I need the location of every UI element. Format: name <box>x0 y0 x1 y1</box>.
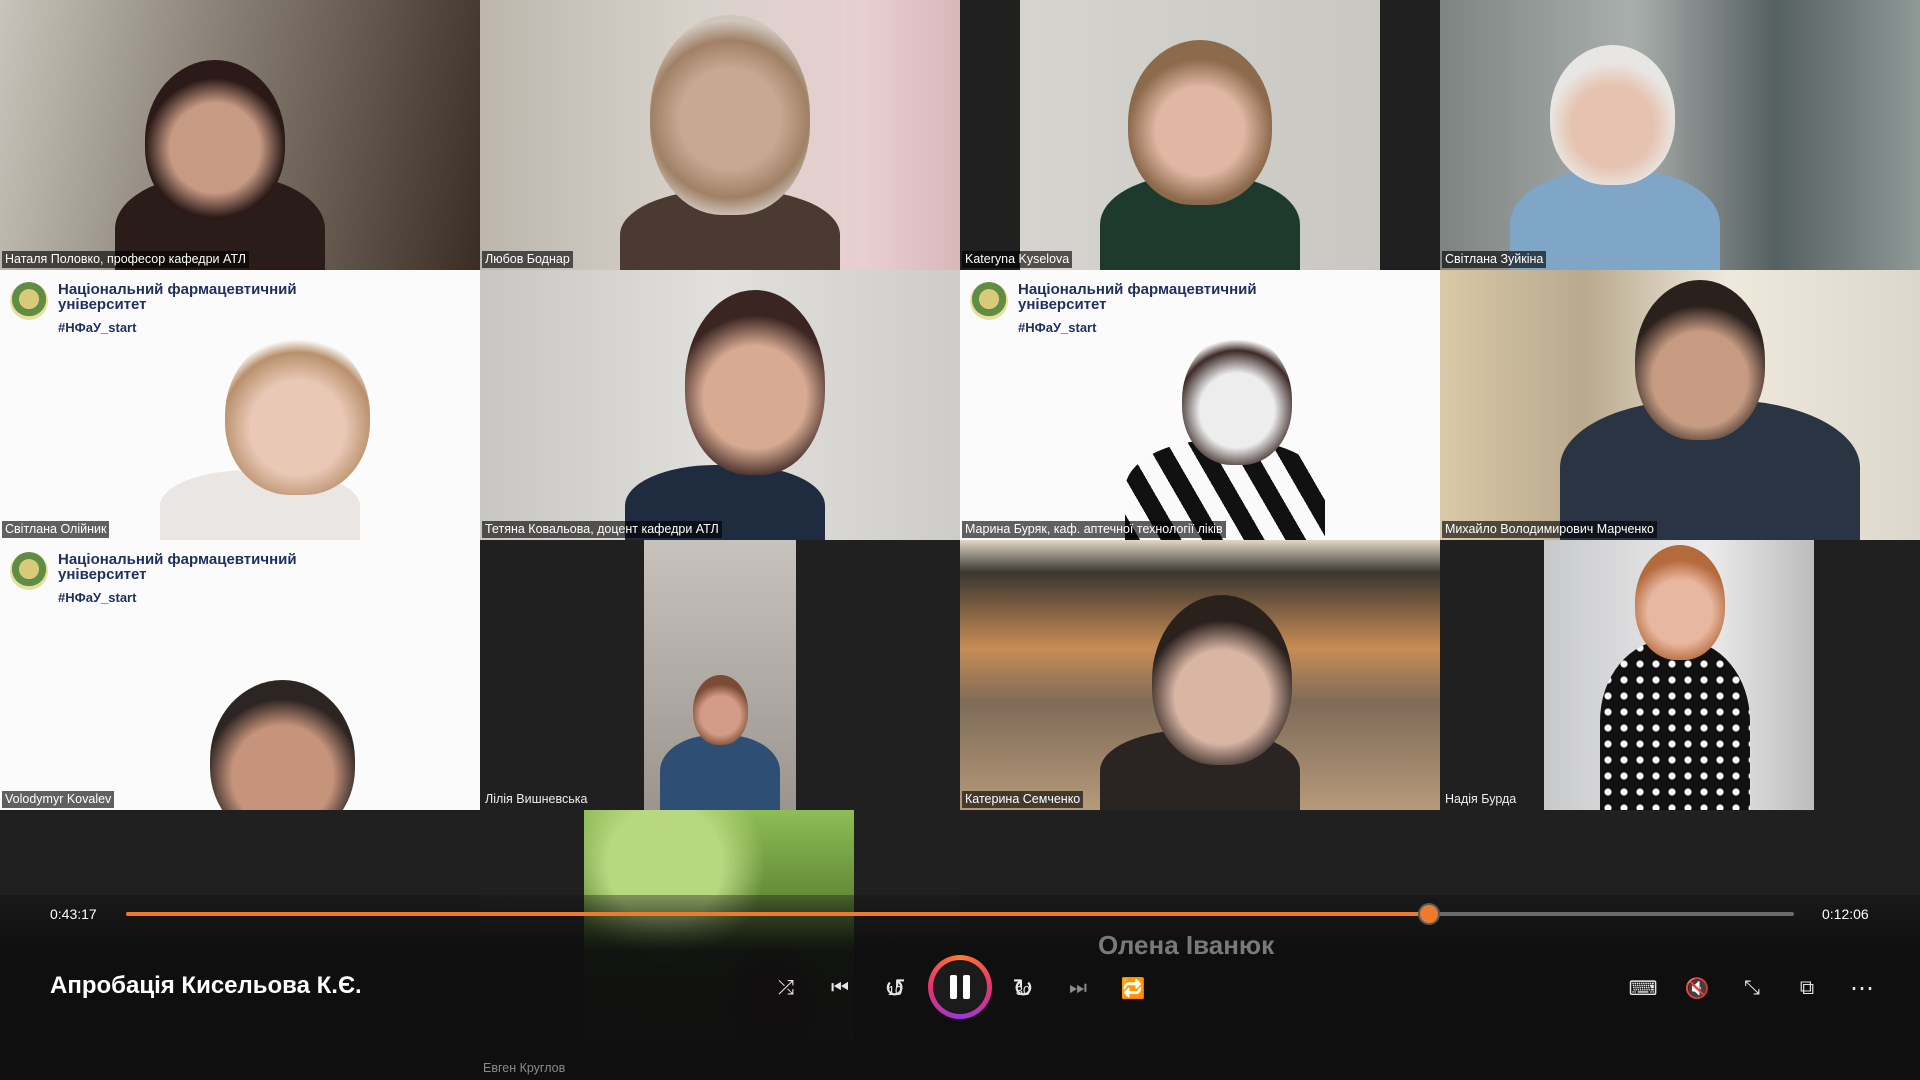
participant-tile[interactable]: Лілія Вишневська <box>480 540 960 810</box>
participant-tile[interactable]: Kateryna Kyselova <box>960 0 1440 270</box>
compact-icon: ⤡ <box>1744 976 1760 999</box>
elapsed-time: 0:43:17 <box>50 906 97 922</box>
participant-name: Евген Круглов <box>483 1061 566 1075</box>
university-logo-icon <box>970 282 1008 320</box>
mute-button[interactable]: 🔇 <box>1677 968 1717 1008</box>
forward-seconds: 30 <box>1015 982 1031 998</box>
participant-tile[interactable]: Національний фармацевтичний університет #… <box>0 540 480 810</box>
participant-name: Надія Бурда <box>1445 792 1517 806</box>
participant-name: Катерина Семченко <box>962 791 1084 808</box>
participant-name: Світлана Олійник <box>2 521 110 538</box>
rewind-10-button[interactable]: ↺ 10 <box>875 968 915 1008</box>
participant-name: Марина Буряк, каф. аптечної технології л… <box>962 521 1226 538</box>
mute-icon: 🔇 <box>1684 977 1710 1000</box>
captions-icon: ⌨ <box>1628 977 1658 1000</box>
participant-name: Любов Боднар <box>482 251 573 268</box>
participant-tile[interactable]: Національний фармацевтичний університет #… <box>960 270 1440 540</box>
more-icon: ⋯ <box>1850 974 1874 1002</box>
active-speaker-name: Олена Іванюк <box>1098 930 1275 960</box>
miniplayer-icon: ⧉ <box>1799 976 1815 999</box>
participant-name: Тетяна Ковальова, доцент кафедри АТЛ <box>482 521 722 538</box>
university-hashtag: #НФаУ_start <box>58 320 137 335</box>
participant-tile[interactable]: Національний фармацевтичний університет #… <box>0 270 480 540</box>
rewind-seconds: 10 <box>887 982 903 998</box>
participant-name: Kateryna Kyselova <box>962 251 1073 268</box>
pause-icon <box>933 960 987 1014</box>
pause-button[interactable] <box>928 955 992 1019</box>
participant-tile[interactable]: Михайло Володимирович Марченко <box>1440 270 1920 540</box>
remaining-time: 0:12:06 <box>1822 906 1869 922</box>
university-name: Національний фармацевтичний університет <box>58 551 297 583</box>
video-grid: Наталя Половко, професор кафедри АТЛ Люб… <box>0 0 1920 1080</box>
participant-name: Лілія Вишневська <box>485 792 588 806</box>
seek-bar[interactable] <box>126 905 1794 923</box>
university-name: Національний фармацевтичний університет <box>58 281 297 313</box>
repeat-off-icon: 🔁 <box>1120 977 1146 1000</box>
skip-next-icon: ⏭ <box>1069 976 1087 999</box>
participant-tile[interactable]: Любов Боднар <box>480 0 960 270</box>
participant-tile[interactable]: Катерина Семченко <box>960 540 1440 810</box>
miniplayer-button[interactable]: ⧉ <box>1787 968 1827 1008</box>
university-hashtag: #НФаУ_start <box>58 590 137 605</box>
participant-tile[interactable]: Наталя Половко, професор кафедри АТЛ <box>0 0 480 270</box>
participant-tile[interactable]: Світлана Зуйкіна <box>1440 0 1920 270</box>
previous-button[interactable]: ⏮ <box>820 968 860 1008</box>
repeat-button[interactable]: 🔁 <box>1113 968 1153 1008</box>
participant-name: Наталя Половко, професор кафедри АТЛ <box>2 251 249 268</box>
university-logo-icon <box>10 282 48 320</box>
university-name: Національний фармацевтичний університет <box>1018 281 1257 313</box>
skip-previous-icon: ⏮ <box>831 976 849 999</box>
university-logo-icon <box>10 552 48 590</box>
exit-fullscreen-button[interactable]: ⤡ <box>1732 968 1772 1008</box>
next-button[interactable]: ⏭ <box>1058 968 1098 1008</box>
participant-name: Світлана Зуйкіна <box>1442 251 1547 268</box>
seek-handle[interactable] <box>1419 905 1438 923</box>
participant-tile[interactable]: Тетяна Ковальова, доцент кафедри АТЛ <box>480 270 960 540</box>
media-title: Апробація Кисельова К.Є. <box>50 972 362 999</box>
forward-30-button[interactable]: ↻ 30 <box>1003 968 1043 1008</box>
seek-bar-progress <box>126 912 1429 916</box>
captions-button[interactable]: ⌨ <box>1623 968 1663 1008</box>
participant-name: Михайло Володимирович Марченко <box>1442 521 1657 538</box>
shuffle-button[interactable]: ⤮ <box>766 968 806 1008</box>
university-hashtag: #НФаУ_start <box>1018 320 1097 335</box>
more-options-button[interactable]: ⋯ <box>1842 968 1882 1008</box>
participant-tile[interactable]: Надія Бурда <box>1440 540 1920 810</box>
shuffle-icon: ⤮ <box>778 976 794 999</box>
participant-name: Volodymyr Kovalev <box>2 791 115 808</box>
